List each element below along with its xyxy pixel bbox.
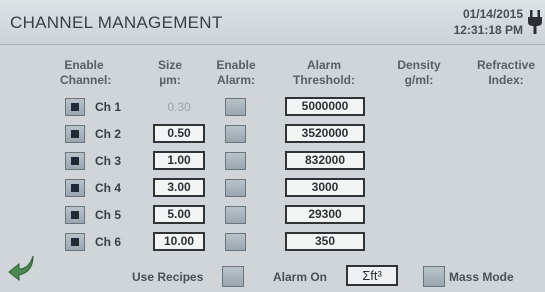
channel-label: Ch 5 <box>95 208 122 222</box>
col-header-density: Density g/ml: <box>397 58 441 87</box>
size-field[interactable]: 3.00 <box>153 178 205 197</box>
alarm-on-unit-button[interactable]: Σft³ <box>346 265 398 286</box>
channel-row: Ch 1 0.30 5000000 <box>0 96 545 120</box>
enable-alarm-checkbox[interactable] <box>225 179 246 197</box>
channel-row: Ch 5 5.00 29300 <box>0 204 545 228</box>
col-header-alarm-threshold: Alarm Threshold: <box>293 58 355 87</box>
size-field[interactable]: 5.00 <box>153 205 205 224</box>
checked-indicator <box>71 130 79 138</box>
enable-channel-checkbox[interactable] <box>65 179 85 197</box>
alarm-threshold-field[interactable]: 3520000 <box>285 124 365 143</box>
back-arrow-icon[interactable] <box>5 250 37 282</box>
channel-label: Ch 1 <box>95 100 122 114</box>
enable-channel-checkbox[interactable] <box>65 233 85 251</box>
channel-label: Ch 6 <box>95 235 122 249</box>
enable-channel-checkbox[interactable] <box>65 152 85 170</box>
checked-indicator <box>71 238 79 246</box>
date-display: 01/14/2015 <box>462 7 523 21</box>
channel-label: Ch 3 <box>95 154 122 168</box>
time-display: 12:31:18 PM <box>453 23 523 37</box>
size-field[interactable]: 10.00 <box>153 232 205 251</box>
enable-channel-checkbox[interactable] <box>65 125 85 143</box>
enable-alarm-checkbox[interactable] <box>225 125 246 143</box>
enable-alarm-checkbox[interactable] <box>225 152 246 170</box>
alarm-threshold-field[interactable]: 29300 <box>285 205 365 224</box>
mass-mode-label: Mass Mode <box>449 270 514 284</box>
use-recipes-checkbox[interactable] <box>222 266 244 287</box>
enable-alarm-checkbox[interactable] <box>225 233 246 251</box>
use-recipes-label: Use Recipes <box>132 270 204 284</box>
channel-label: Ch 4 <box>95 181 122 195</box>
header-bar: CHANNEL MANAGEMENT 01/14/2015 12:31:18 P… <box>0 0 545 45</box>
alarm-on-label: Alarm On <box>273 270 328 284</box>
alarm-threshold-field[interactable]: 5000000 <box>285 97 365 116</box>
mass-mode-checkbox[interactable] <box>423 266 445 287</box>
col-header-enable-channel: Enable Channel: <box>60 58 112 87</box>
enable-channel-checkbox[interactable] <box>65 206 85 224</box>
enable-alarm-checkbox[interactable] <box>225 98 246 116</box>
col-header-size: Size µm: <box>157 58 182 87</box>
size-field[interactable]: 1.00 <box>153 151 205 170</box>
enable-channel-checkbox[interactable] <box>65 98 85 116</box>
alarm-threshold-field[interactable]: 350 <box>285 232 365 251</box>
channel-label: Ch 2 <box>95 127 122 141</box>
channel-row: Ch 4 3.00 3000 <box>0 177 545 201</box>
col-header-refractive-index: Refractive Index: <box>476 58 536 87</box>
size-value: 0.30 <box>167 100 191 114</box>
alarm-threshold-field[interactable]: 832000 <box>285 151 365 170</box>
channel-row: Ch 6 10.00 350 <box>0 231 545 255</box>
size-field[interactable]: 0.50 <box>153 124 205 143</box>
checked-indicator <box>71 157 79 165</box>
page-title: CHANNEL MANAGEMENT <box>10 13 223 32</box>
channel-row: Ch 3 1.00 832000 <box>0 150 545 174</box>
channel-row: Ch 2 0.50 3520000 <box>0 123 545 147</box>
power-plug-icon <box>528 10 542 34</box>
alarm-threshold-field[interactable]: 3000 <box>285 178 365 197</box>
col-header-enable-alarm: Enable Alarm: <box>216 58 256 87</box>
checked-indicator <box>71 211 79 219</box>
checked-indicator <box>71 184 79 192</box>
checked-indicator <box>71 103 79 111</box>
enable-alarm-checkbox[interactable] <box>225 206 246 224</box>
